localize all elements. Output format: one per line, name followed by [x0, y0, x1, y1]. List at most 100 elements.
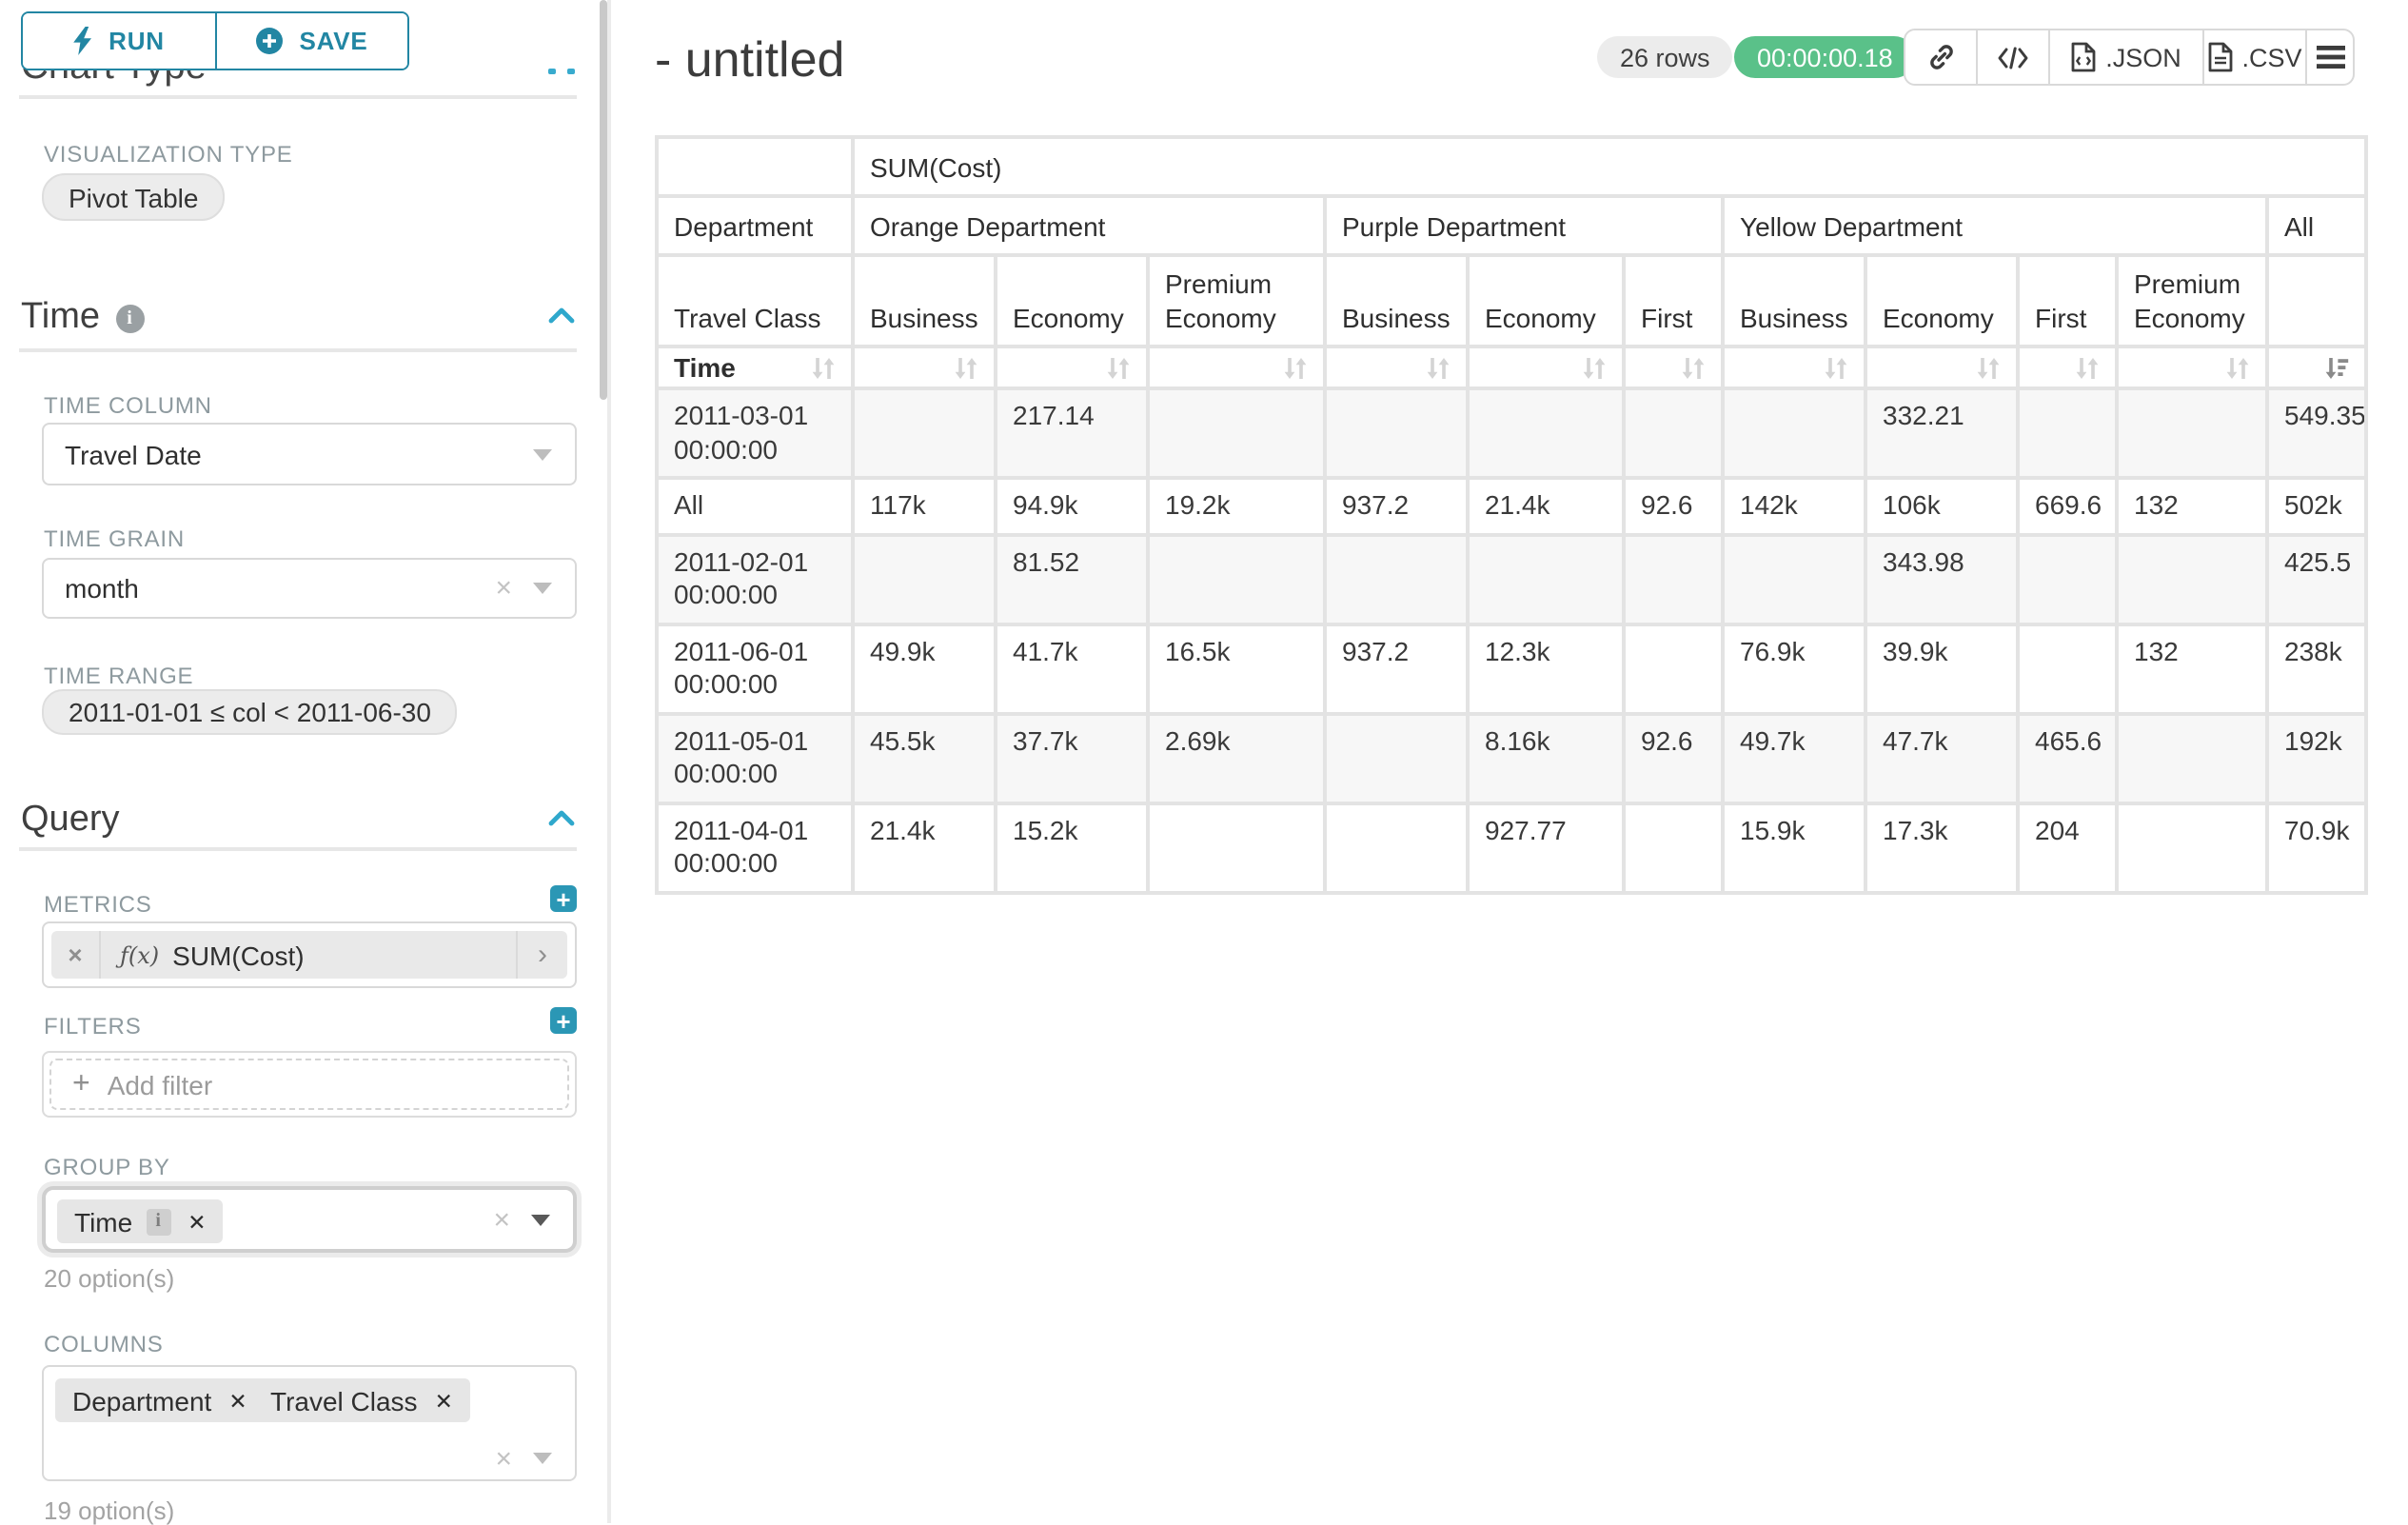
column-header: Business: [1325, 255, 1468, 347]
save-button[interactable]: SAVE: [214, 13, 407, 69]
pivot-table: SUM(Cost) Department Orange Department P…: [655, 135, 2368, 894]
sort-cell-active[interactable]: [2267, 347, 2366, 388]
sort-cell[interactable]: [1865, 347, 2018, 388]
sort-icon: [1283, 355, 1308, 380]
query-duration-badge: 00:00:00.18: [1734, 36, 1916, 78]
menu-icon: [2316, 46, 2344, 69]
sort-cell[interactable]: [853, 347, 996, 388]
cell: 549.35: [2267, 388, 2366, 478]
add-filter-dropzone[interactable]: + Add filter: [49, 1059, 569, 1110]
time-range-chip[interactable]: 2011-01-01 ≤ col < 2011-06-30: [42, 689, 458, 735]
cell: [1468, 534, 1624, 624]
cell: 343.98: [1865, 534, 2018, 624]
group-by-select[interactable]: Time i ✕ ×: [42, 1186, 577, 1253]
add-metric-button[interactable]: +: [550, 885, 577, 912]
row-count-badge: 26 rows: [1597, 36, 1733, 78]
cell: 15.2k: [996, 802, 1148, 892]
panel-scrollbar[interactable]: [600, 0, 607, 400]
add-filter-button[interactable]: +: [550, 1007, 577, 1034]
cell: 238k: [2267, 624, 2366, 713]
metric-header-cell: SUM(Cost): [853, 137, 2366, 196]
collapse-chevron-up-icon[interactable]: [548, 307, 575, 324]
sort-cell[interactable]: [2117, 347, 2267, 388]
export-toolbar: .JSON .CSV: [1904, 29, 2355, 86]
column-header-empty: [2267, 255, 2366, 347]
table-row: 2011-03-01 00:00:00217.14332.21549.35: [657, 388, 2366, 478]
column-header: Premium Economy: [2117, 255, 2267, 347]
view-query-button[interactable]: [1976, 30, 2048, 84]
sort-icon: [954, 355, 978, 380]
divider: [19, 95, 577, 98]
column-header: Economy: [996, 255, 1148, 347]
collapse-chevron-up-icon[interactable]: [548, 809, 575, 826]
columns-hint: 19 option(s): [44, 1496, 174, 1525]
cell: 16.5k: [1148, 624, 1325, 713]
copy-link-button[interactable]: [1905, 30, 1976, 84]
time-sort-row: Time: [657, 347, 2366, 388]
row-header: 2011-05-01 00:00:00: [657, 713, 853, 802]
time-axis-cell[interactable]: Time: [657, 347, 853, 388]
metric-value: SUM(Cost): [172, 940, 304, 970]
group-by-chip-time[interactable]: Time i ✕: [57, 1199, 223, 1243]
sort-cell[interactable]: [1325, 347, 1468, 388]
cell: 937.2: [1325, 624, 1468, 713]
export-csv-button[interactable]: .CSV: [2202, 30, 2305, 84]
remove-chip-icon[interactable]: ✕: [170, 1208, 223, 1235]
cell: 81.52: [996, 534, 1148, 624]
link-icon: [1925, 42, 1956, 72]
metric-header-row: SUM(Cost): [657, 137, 2366, 196]
cell: [1624, 534, 1723, 624]
chevron-down-icon: [531, 1214, 550, 1225]
sort-cell[interactable]: [1624, 347, 1723, 388]
export-csv-label: .CSV: [2241, 43, 2301, 71]
columns-chip-department[interactable]: Department ✕: [55, 1378, 265, 1422]
chart-title[interactable]: - untitled: [655, 30, 844, 89]
cell: [1325, 534, 1468, 624]
cell: [1624, 388, 1723, 478]
sort-cell[interactable]: [2018, 347, 2117, 388]
column-header: Economy: [1468, 255, 1624, 347]
filters-label: FILTERS: [44, 1013, 142, 1040]
sort-icon: [2225, 355, 2250, 380]
cell: [1325, 713, 1468, 802]
clear-icon[interactable]: ×: [495, 574, 512, 603]
metric-pill[interactable]: × ƒ(x) SUM(Cost) ›: [51, 931, 567, 979]
sort-icon[interactable]: [811, 355, 836, 380]
columns-select[interactable]: Department ✕ Travel Class ✕ ×: [42, 1365, 577, 1481]
clear-icon[interactable]: ×: [493, 1205, 510, 1234]
row-header: 2011-06-01 00:00:00: [657, 624, 853, 713]
export-json-button[interactable]: .JSON: [2048, 30, 2202, 84]
time-column-label: TIME COLUMN: [44, 392, 212, 419]
visualization-type-chip[interactable]: Pivot Table: [42, 173, 225, 221]
time-section-label: Time: [21, 297, 100, 339]
cell: 465.6: [2018, 713, 2117, 802]
sort-icon: [1106, 355, 1131, 380]
cell: [1723, 534, 1865, 624]
cell: [1624, 802, 1723, 892]
remove-metric-icon[interactable]: ×: [51, 931, 101, 979]
remove-chip-icon[interactable]: ✕: [418, 1387, 470, 1414]
row-header: 2011-02-01 00:00:00: [657, 534, 853, 624]
sort-cell[interactable]: [1148, 347, 1325, 388]
more-menu-button[interactable]: [2305, 30, 2353, 84]
row-header: 2011-03-01 00:00:00: [657, 388, 853, 478]
columns-chip-travel-class[interactable]: Travel Class ✕: [253, 1378, 470, 1422]
query-section-title: Query: [21, 800, 120, 842]
time-grain-select[interactable]: month ×: [42, 558, 577, 619]
group-header: Yellow Department: [1723, 196, 2267, 255]
table-row: 2011-02-01 00:00:0081.52343.98425.5: [657, 534, 2366, 624]
chevron-down-icon: [533, 1453, 552, 1464]
group-by-label: GROUP BY: [44, 1154, 170, 1180]
sort-cell[interactable]: [1723, 347, 1865, 388]
clear-icon[interactable]: ×: [495, 1445, 512, 1474]
sort-cell[interactable]: [996, 347, 1148, 388]
run-button[interactable]: RUN: [23, 13, 214, 69]
cell: 669.6: [2018, 478, 2117, 534]
plus-circle-icon: [255, 27, 284, 55]
cell: [2117, 713, 2267, 802]
time-column-select[interactable]: Travel Date: [42, 423, 577, 485]
sort-cell[interactable]: [1468, 347, 1624, 388]
chevron-down-icon: [533, 583, 552, 594]
chevron-right-icon[interactable]: ›: [516, 931, 567, 979]
table-row: 2011-06-01 00:00:0049.9k41.7k16.5k937.21…: [657, 624, 2366, 713]
